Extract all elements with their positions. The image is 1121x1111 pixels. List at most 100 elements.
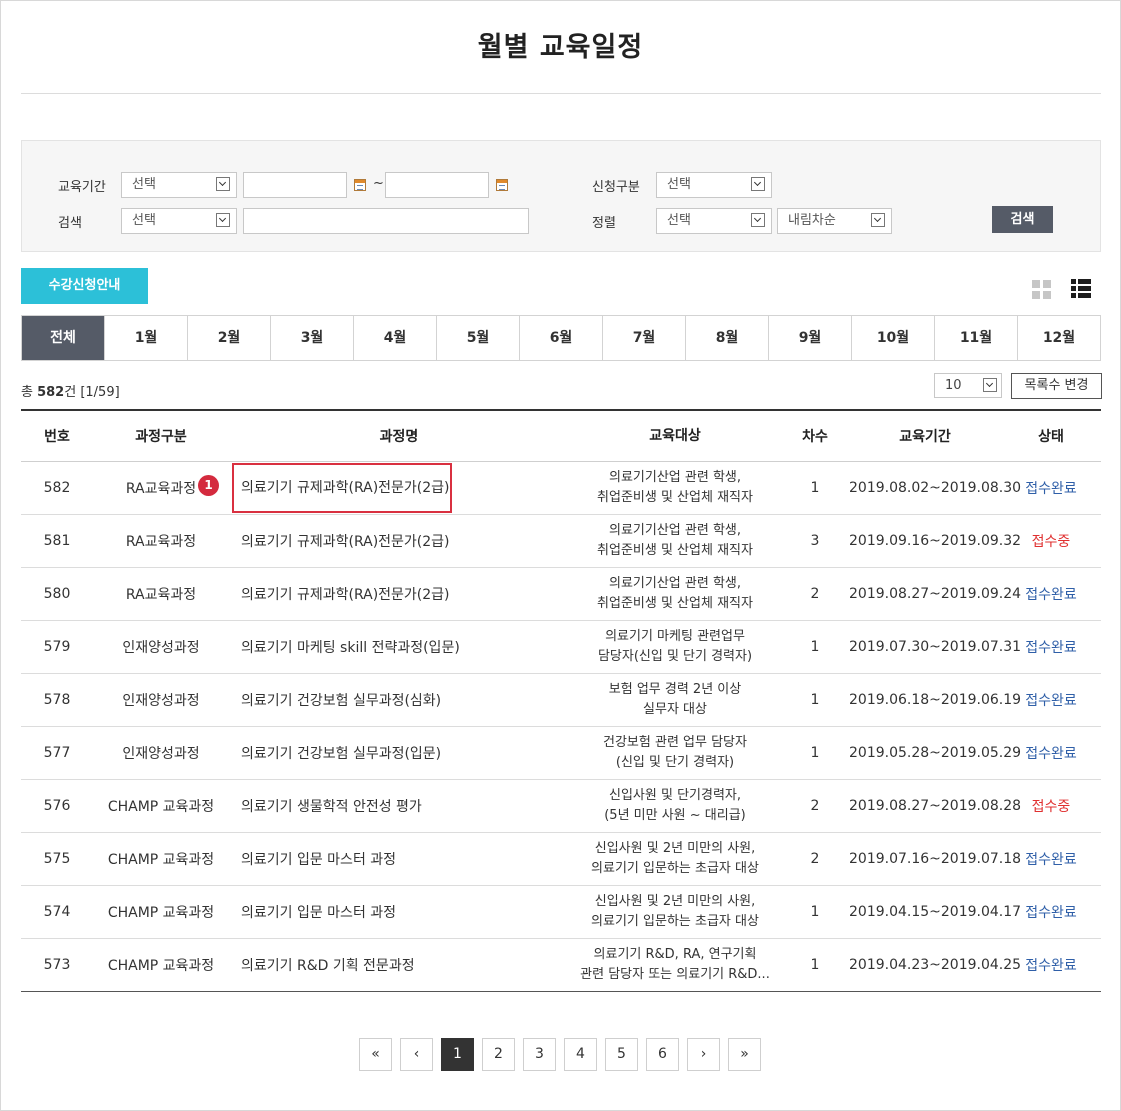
list-view-icon[interactable] — [1071, 279, 1091, 299]
search-button[interactable]: 검색 — [992, 206, 1053, 233]
total-prefix: 총 — [21, 385, 38, 400]
status-badge: 접수중 — [1031, 799, 1071, 815]
sort-label: 정렬 — [592, 216, 616, 231]
tab-month-2[interactable]: 2월 — [188, 316, 271, 360]
row-course-name-cell: 의료기기 규제과학(RA)전문가(2급) 1 — [198, 462, 569, 515]
row-number: 582 — [43, 480, 71, 496]
row-target: 의료기기산업 관련 학생, 취업준비생 및 산업체 재직자 — [569, 468, 781, 508]
tab-all[interactable]: 전체 — [22, 316, 105, 360]
row-number: 573 — [43, 957, 71, 973]
course-guide-button[interactable]: 수강신청안내 — [21, 268, 148, 304]
tab-month-12[interactable]: 12월 — [1018, 316, 1101, 360]
row-course-name-cell: 의료기기 입문 마스터 과정 — [229, 849, 569, 869]
page-button-2[interactable]: 2 — [482, 1038, 515, 1071]
calendar-icon[interactable] — [496, 179, 508, 191]
table-row[interactable]: 574 CHAMP 교육과정 의료기기 입문 마스터 과정 신입사원 및 2년 미만의… — [21, 886, 1101, 939]
date-to-input[interactable] — [385, 172, 489, 198]
row-target-line1: 의료기기산업 관련 학생, — [609, 470, 741, 485]
row-period: 2019.08.27~2019.09.24 — [849, 586, 1022, 602]
tab-month-4[interactable]: 4월 — [354, 316, 437, 360]
row-target-line1: 의료기기 마케팅 관련업무 — [605, 629, 745, 644]
page-button-1[interactable]: 1 — [441, 1038, 474, 1071]
tab-month-10[interactable]: 10월 — [852, 316, 935, 360]
tab-month-3[interactable]: 3월 — [271, 316, 354, 360]
page-button-3[interactable]: 3 — [523, 1038, 556, 1071]
sort-select[interactable]: 선택 — [656, 208, 772, 234]
change-list-count-button[interactable]: 목록수 변경 — [1011, 373, 1102, 399]
tab-month-9[interactable]: 9월 — [769, 316, 852, 360]
row-period: 2019.08.02~2019.08.30 — [849, 480, 1022, 496]
row-target: 보험 업무 경력 2년 이상 실무자 대상 — [569, 680, 781, 720]
keyword-select[interactable]: 선택 — [121, 208, 237, 234]
row-target-line1: 의료기기 R&D, RA, 연구기획 — [593, 947, 757, 962]
table-row[interactable]: 579 인재양성과정 의료기기 마케팅 skill 전략과정(입문) 의료기기 마케팅… — [21, 621, 1101, 674]
row-number: 574 — [43, 904, 71, 920]
row-target: 의료기기산업 관련 학생, 취업준비생 및 산업체 재직자 — [569, 574, 781, 614]
sort-order-select-value: 내림차순 — [788, 213, 836, 228]
table-row[interactable]: 575 CHAMP 교육과정 의료기기 입문 마스터 과정 신입사원 및 2년 미만의… — [21, 833, 1101, 886]
period-select[interactable]: 선택 — [121, 172, 237, 198]
row-course-name-cell: 의료기기 마케팅 skill 전략과정(입문) — [229, 637, 569, 657]
keyword-input[interactable] — [243, 208, 529, 234]
course-name-link[interactable]: 의료기기 규제과학(RA)전문가(2급) — [241, 462, 450, 515]
keyword-label: 검색 — [58, 216, 82, 231]
course-name-link[interactable]: 의료기기 규제과학(RA)전문가(2급) — [241, 584, 450, 604]
total-suffix: 건 [1/59] — [64, 385, 120, 400]
course-name-link[interactable]: 의료기기 생물학적 안전성 평가 — [241, 796, 422, 816]
last-page-button[interactable]: » — [728, 1038, 761, 1071]
table-row[interactable]: 580 RA교육과정 의료기기 규제과학(RA)전문가(2급) 의료기기산업 관련 학… — [21, 568, 1101, 621]
row-round: 1 — [810, 957, 820, 973]
page-button-5[interactable]: 5 — [605, 1038, 638, 1071]
header-period: 교육기간 — [899, 429, 951, 445]
total-count: 총 582건 [1/59] — [21, 381, 120, 400]
table-row[interactable]: 573 CHAMP 교육과정 의료기기 R&D 기획 전문과정 의료기기 R&D, R… — [21, 939, 1101, 992]
header-status: 상태 — [1038, 429, 1064, 445]
table-row[interactable]: 582 RA교육과정 의료기기 규제과학(RA)전문가(2급) 1 의료기기산업 관련 … — [21, 462, 1101, 515]
table-row[interactable]: 581 RA교육과정 의료기기 규제과학(RA)전문가(2급) 의료기기산업 관련 학… — [21, 515, 1101, 568]
next-page-button[interactable]: › — [687, 1038, 720, 1071]
apply-type-select[interactable]: 선택 — [656, 172, 772, 198]
tab-month-11[interactable]: 11월 — [935, 316, 1018, 360]
search-panel: 교육기간 선택 ~ 신청구분 선택 검색 선택 정렬 선택 내림차순 검색 — [21, 140, 1101, 252]
course-name-link[interactable]: 의료기기 규제과학(RA)전문가(2급) — [241, 531, 450, 551]
course-name-link[interactable]: 의료기기 건강보험 실무과정(심화) — [241, 690, 441, 710]
row-round: 2 — [810, 798, 820, 814]
row-period: 2019.07.16~2019.07.18 — [849, 851, 1022, 867]
table-row[interactable]: 577 인재양성과정 의료기기 건강보험 실무과정(입문) 건강보험 관련 업무 담당… — [21, 727, 1101, 780]
course-name-link[interactable]: 의료기기 입문 마스터 과정 — [241, 902, 396, 922]
course-name-link[interactable]: 의료기기 건강보험 실무과정(입문) — [241, 743, 441, 763]
row-category: RA교육과정 — [125, 534, 197, 550]
calendar-icon[interactable] — [354, 179, 366, 191]
table-row[interactable]: 578 인재양성과정 의료기기 건강보험 실무과정(심화) 보험 업무 경력 2년 이… — [21, 674, 1101, 727]
tab-month-5[interactable]: 5월 — [437, 316, 520, 360]
course-name-link[interactable]: 의료기기 입문 마스터 과정 — [241, 849, 396, 869]
sort-order-select[interactable]: 내림차순 — [777, 208, 892, 234]
pagination: «‹ 1 2 3 4 5 6 ›» — [359, 1038, 761, 1071]
header-course-name: 과정명 — [379, 429, 419, 445]
tab-month-8[interactable]: 8월 — [686, 316, 769, 360]
table-row[interactable]: 576 CHAMP 교육과정 의료기기 생물학적 안전성 평가 신입사원 및 단기경력… — [21, 780, 1101, 833]
first-page-button[interactable]: « — [359, 1038, 392, 1071]
page-button-6[interactable]: 6 — [646, 1038, 679, 1071]
tab-month-6[interactable]: 6월 — [520, 316, 603, 360]
row-period: 2019.06.18~2019.06.19 — [849, 692, 1022, 708]
keyword-select-value: 선택 — [132, 213, 156, 228]
chevron-down-icon — [871, 213, 885, 227]
prev-page-button[interactable]: ‹ — [400, 1038, 433, 1071]
course-name-link[interactable]: 의료기기 마케팅 skill 전략과정(입문) — [241, 637, 460, 657]
row-target-line2: (신입 및 단기 경력자) — [615, 755, 735, 770]
page-button-4[interactable]: 4 — [564, 1038, 597, 1071]
row-category: CHAMP 교육과정 — [107, 905, 215, 921]
header-round: 차수 — [802, 429, 828, 445]
row-target-line1: 신입사원 및 2년 미만의 사원, — [594, 894, 756, 909]
course-name-link[interactable]: 의료기기 R&D 기획 전문과정 — [241, 955, 415, 975]
per-page-select[interactable]: 10 — [934, 373, 1002, 398]
tab-month-7[interactable]: 7월 — [603, 316, 686, 360]
grid-view-icon[interactable] — [1032, 280, 1051, 299]
row-target-line2: 취업준비생 및 산업체 재직자 — [597, 596, 753, 611]
table-body: 582 RA교육과정 의료기기 규제과학(RA)전문가(2급) 1 의료기기산업 관련 … — [21, 462, 1101, 992]
row-round: 3 — [810, 533, 820, 549]
tab-month-1[interactable]: 1월 — [105, 316, 188, 360]
date-from-input[interactable] — [243, 172, 347, 198]
row-target: 의료기기 마케팅 관련업무 담당자(신입 및 단기 경력자) — [569, 627, 781, 667]
